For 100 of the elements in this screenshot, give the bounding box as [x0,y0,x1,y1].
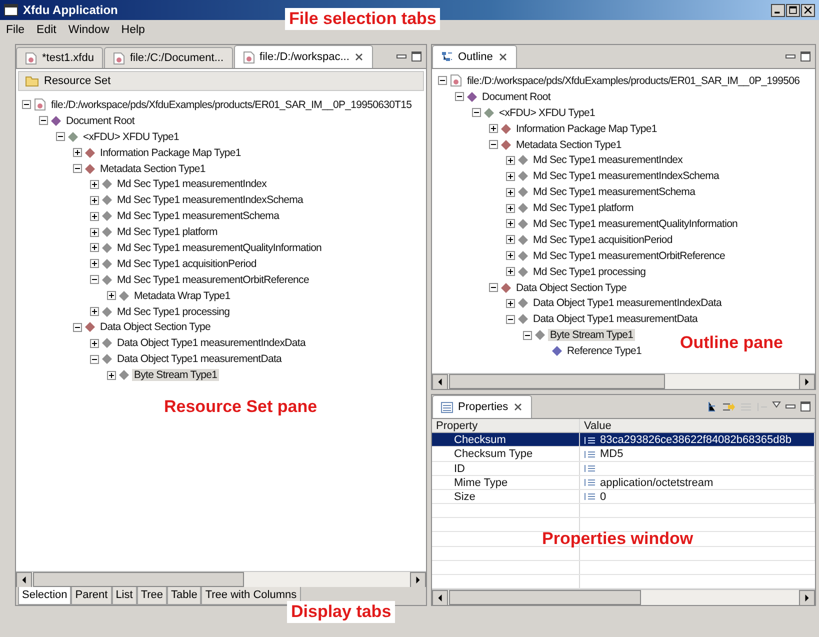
expand-icon[interactable] [489,124,498,134]
tree-item[interactable]: Data Object Type1 measurementIndexData [115,337,308,350]
tree-item[interactable]: Md Sec Type1 measurementSchema [531,186,698,198]
display-tab[interactable]: List [112,587,137,605]
expand-icon[interactable] [506,204,515,213]
tree-item[interactable]: Metadata Wrap Type1 [132,290,232,302]
tree-item[interactable]: Md Sec Type1 processing [531,266,648,278]
collapse-icon[interactable] [506,314,515,324]
collapse-icon[interactable] [90,354,99,364]
property-row[interactable]: Checksum Type MD5 [432,447,815,462]
menu-item[interactable]: Edit [36,24,56,36]
expand-icon[interactable] [506,267,515,276]
tree-item[interactable]: Md Sec Type1 processing [115,306,232,318]
expand-icon[interactable] [90,228,99,237]
maximize-icon[interactable] [786,4,800,16]
property-row[interactable]: ID [432,462,815,476]
close-icon[interactable] [354,52,364,62]
scroll-thumb[interactable] [33,572,244,587]
tree-item[interactable]: Md Sec Type1 acquisitionPeriod [115,258,258,270]
tree-item[interactable]: Metadata Section Type1 [514,138,624,150]
horizontal-scrollbar[interactable] [432,589,815,605]
collapse-icon[interactable] [56,132,65,142]
collapse-icon[interactable] [90,275,99,284]
close-icon[interactable] [801,4,815,16]
collapse-icon[interactable] [455,92,464,102]
tree-item[interactable]: Data Object Section Type [98,321,212,334]
tree-item[interactable]: Md Sec Type1 measurementIndex [531,154,685,166]
expand-icon[interactable] [90,212,99,221]
display-tab[interactable]: Parent [71,587,112,605]
property-row[interactable]: Mime Type application/octetstream [432,476,815,490]
horizontal-scrollbar[interactable] [432,373,815,389]
expand-icon[interactable] [90,307,99,316]
collapse-icon[interactable] [438,76,447,86]
tree-item[interactable]: Reference Type1 [565,345,644,358]
maximize-icon[interactable] [411,51,422,62]
minimize-icon[interactable] [771,4,785,16]
expand-icon[interactable] [107,291,116,300]
tree-item[interactable]: Document Root [64,114,136,127]
collapse-icon[interactable] [523,330,532,340]
close-icon[interactable] [513,402,524,412]
tree-item[interactable]: Md Sec Type1 measurementIndexSchema [531,170,721,182]
expand-icon[interactable] [506,219,515,228]
properties-tab[interactable]: Properties [432,395,532,418]
tree-item[interactable]: Document Root [480,90,552,103]
collapse-icon[interactable] [489,283,498,292]
tree-item[interactable]: Md Sec Type1 measurementIndexSchema [115,194,305,206]
scroll-right-icon[interactable] [799,590,815,606]
display-tab[interactable]: Tree with Columns [201,587,301,605]
tree-item[interactable]: Md Sec Type1 acquisitionPeriod [531,234,674,246]
collapse-icon[interactable] [73,164,82,173]
scroll-thumb[interactable] [449,374,666,389]
display-tab[interactable]: Selection [18,587,72,605]
close-icon[interactable] [498,52,508,62]
maximize-icon[interactable] [800,51,811,62]
outline-tab[interactable]: Outline [432,45,517,68]
tree-item[interactable]: Data Object Section Type [514,282,628,294]
tree-item[interactable]: <xFDU> XFDU Type1 [81,130,181,143]
tree-item[interactable]: Md Sec Type1 platform [531,202,636,214]
menu-item[interactable]: File [6,24,25,36]
expand-icon[interactable] [90,196,99,205]
tree-item[interactable]: Information Package Map Type1 [98,146,243,159]
property-row[interactable]: Checksum 83ca293826ce38622f84082b68365d8b [432,433,815,448]
view-menu-icon[interactable] [772,400,781,408]
scroll-right-icon[interactable] [410,572,426,588]
expand-icon[interactable] [506,298,515,308]
tree-item[interactable]: Data Object Type1 measurementIndexData [531,297,724,310]
tree-item[interactable]: Md Sec Type1 measurementSchema [115,210,282,222]
column-header[interactable]: Value [580,419,815,432]
expand-icon[interactable] [90,180,99,189]
tree-item[interactable]: file:/D:/workspace/pds/XfduExamples/products/ER01_SAR_IM__0P_19950630T15 [49,98,414,111]
tree-item[interactable]: Md Sec Type1 measurementQualityInformation [115,242,324,254]
expand-icon[interactable] [506,156,515,165]
column-header[interactable]: Property [432,419,580,432]
tree-item[interactable]: Md Sec Type1 measurementOrbitReference [115,274,311,286]
tree-item[interactable]: Md Sec Type1 measurementOrbitReference [531,250,727,262]
tree-item[interactable]: <xFDU> XFDU Type1 [497,106,597,119]
expand-icon[interactable] [506,188,515,197]
editor-tab[interactable]: file:/D:/workspac... [234,45,374,68]
collapse-icon[interactable] [39,116,48,126]
tree-item[interactable]: Md Sec Type1 platform [115,226,220,238]
display-tab[interactable]: Tree [136,587,168,605]
expand-icon[interactable] [107,370,116,380]
tree-item[interactable]: Data Object Type1 measurementData [531,313,700,326]
editor-tab[interactable]: *test1.xfdu [16,47,103,68]
collapse-icon[interactable] [73,322,82,332]
tree-item[interactable]: Md Sec Type1 measurementIndex [115,178,269,190]
expand-icon[interactable] [506,251,515,260]
tree-item[interactable]: Md Sec Type1 measurementQualityInformation [531,218,740,230]
expand-icon[interactable] [73,148,82,158]
scroll-left-icon[interactable] [432,374,448,390]
menu-item[interactable]: Window [68,24,110,36]
tree-item[interactable]: Byte Stream Type1 [548,329,636,342]
maximize-icon[interactable] [800,400,811,412]
scroll-right-icon[interactable] [799,374,815,390]
collapse-icon[interactable] [22,100,31,110]
collapse-icon[interactable] [489,140,498,149]
tree-item[interactable]: Byte Stream Type1 [132,369,220,382]
tree-item[interactable]: Data Object Type1 measurementData [115,353,284,366]
tree-item[interactable]: Metadata Section Type1 [98,162,208,174]
expand-icon[interactable] [506,235,515,244]
